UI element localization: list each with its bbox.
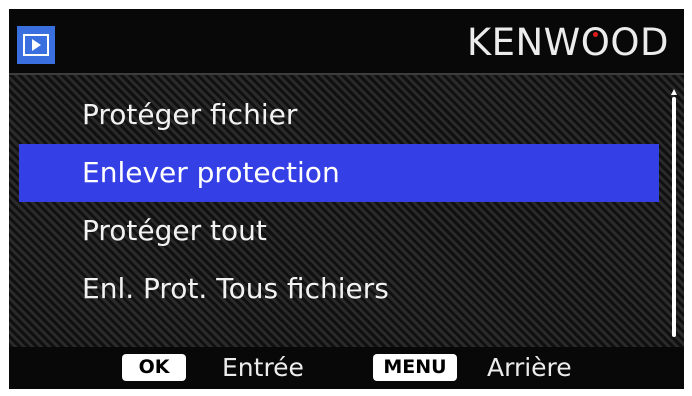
menu-action-label: Arrière bbox=[487, 353, 572, 382]
brand-logo-suffix: OD bbox=[610, 21, 669, 64]
scroll-up-arrow-icon bbox=[671, 89, 677, 95]
menu-scrollbar[interactable] bbox=[671, 89, 677, 339]
brand-logo-o-letter: O bbox=[580, 21, 611, 64]
header-divider bbox=[9, 73, 684, 75]
brand-logo-o: O bbox=[581, 21, 611, 65]
menu-item-proteger-fichier[interactable]: Protéger fichier bbox=[19, 86, 659, 144]
protection-menu: Protéger fichier Enlever protection Prot… bbox=[19, 86, 659, 318]
brand-logo-prefix: KENW bbox=[466, 21, 581, 64]
menu-key-badge[interactable]: MENU bbox=[373, 354, 457, 381]
playback-mode-icon bbox=[17, 26, 55, 64]
header-bar: KENWO OD bbox=[9, 9, 684, 75]
footer-bar: OK Entrée MENU Arrière bbox=[9, 347, 684, 389]
ok-key-badge[interactable]: OK bbox=[122, 354, 186, 381]
ok-action-label: Entrée bbox=[222, 353, 304, 382]
menu-item-proteger-tout[interactable]: Protéger tout bbox=[19, 202, 659, 260]
menu-item-enl-prot-tous-fichiers[interactable]: Enl. Prot. Tous fichiers bbox=[19, 260, 659, 318]
scrollbar-thumb[interactable] bbox=[672, 97, 676, 337]
menu-item-enlever-protection[interactable]: Enlever protection bbox=[19, 144, 659, 202]
camera-screen: KENWO OD Protéger fichier Enlever protect… bbox=[9, 9, 684, 389]
brand-logo: KENWO OD bbox=[467, 21, 669, 65]
